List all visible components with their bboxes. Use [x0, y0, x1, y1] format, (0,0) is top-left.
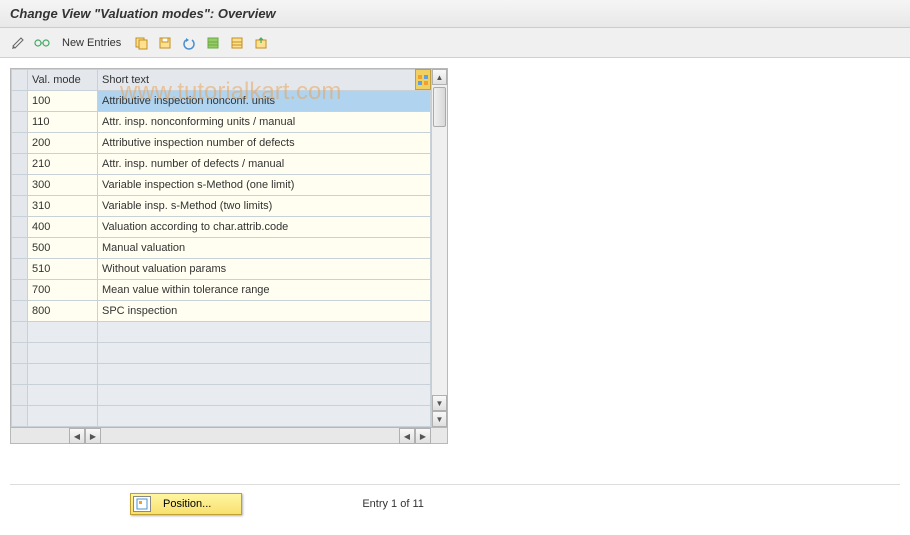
table-row[interactable]: 510Without valuation params: [12, 259, 431, 280]
row-selector[interactable]: [12, 259, 28, 280]
row-selector[interactable]: [12, 112, 28, 133]
scroll-down-icon[interactable]: ▼: [432, 395, 447, 411]
table-row[interactable]: 800SPC inspection: [12, 301, 431, 322]
cell-mode[interactable]: 100: [28, 91, 98, 112]
table-row[interactable]: 210Attr. insp. number of defects / manua…: [12, 154, 431, 175]
row-selector[interactable]: [12, 217, 28, 238]
scroll-down2-icon[interactable]: ▼: [432, 411, 447, 427]
vertical-scrollbar[interactable]: ▲ ▼ ▼: [431, 69, 447, 427]
footer: Position... Entry 1 of 11: [0, 493, 910, 515]
cell-mode[interactable]: 210: [28, 154, 98, 175]
hscroll-left-icon[interactable]: ◀: [69, 428, 85, 444]
column-header-mode[interactable]: Val. mode: [28, 70, 98, 91]
table-row-empty: [12, 406, 431, 427]
cell-text[interactable]: Mean value within tolerance range: [98, 280, 431, 301]
table-row[interactable]: 200Attributive inspection number of defe…: [12, 133, 431, 154]
cell-mode[interactable]: 400: [28, 217, 98, 238]
cell-mode[interactable]: 300: [28, 175, 98, 196]
table-row[interactable]: 100Attributive inspection nonconf. units: [12, 91, 431, 112]
table-settings-icon[interactable]: [415, 69, 431, 90]
row-selector[interactable]: [12, 196, 28, 217]
table-row-empty: [12, 385, 431, 406]
hscroll-right2-icon[interactable]: ▶: [415, 428, 431, 444]
row-selector[interactable]: [12, 280, 28, 301]
row-selector[interactable]: [12, 238, 28, 259]
scroll-up-icon[interactable]: ▲: [432, 69, 447, 85]
table-row-empty: [12, 322, 431, 343]
toolbar: New Entries: [0, 28, 910, 58]
cell-text[interactable]: Without valuation params: [98, 259, 431, 280]
cell-text[interactable]: Variable insp. s-Method (two limits): [98, 196, 431, 217]
select-all-icon[interactable]: [203, 33, 223, 53]
separator: [10, 484, 900, 485]
save-variant-icon[interactable]: [155, 33, 175, 53]
cell-text[interactable]: Manual valuation: [98, 238, 431, 259]
cell-text[interactable]: SPC inspection: [98, 301, 431, 322]
cell-text[interactable]: Valuation according to char.attrib.code: [98, 217, 431, 238]
cell-mode[interactable]: 310: [28, 196, 98, 217]
scroll-thumb[interactable]: [433, 87, 446, 127]
table-row[interactable]: 700Mean value within tolerance range: [12, 280, 431, 301]
row-selector-header[interactable]: [12, 70, 28, 91]
cell-mode[interactable]: 800: [28, 301, 98, 322]
position-label: Position...: [163, 498, 211, 510]
table-row[interactable]: 110Attr. insp. nonconforming units / man…: [12, 112, 431, 133]
position-button[interactable]: Position...: [130, 493, 242, 515]
horizontal-scrollbar[interactable]: ◀▶ ◀▶: [10, 428, 448, 444]
position-icon: [133, 496, 151, 512]
row-selector[interactable]: [12, 154, 28, 175]
table-row[interactable]: 400Valuation according to char.attrib.co…: [12, 217, 431, 238]
cell-text[interactable]: Attr. insp. nonconforming units / manual: [98, 112, 431, 133]
table-row-empty: [12, 364, 431, 385]
row-selector[interactable]: [12, 301, 28, 322]
cell-text[interactable]: Attributive inspection nonconf. units: [98, 91, 431, 112]
column-header-text[interactable]: Short text: [98, 70, 431, 91]
entry-counter: Entry 1 of 11: [362, 498, 424, 510]
cell-text[interactable]: Attr. insp. number of defects / manual: [98, 154, 431, 175]
export-icon[interactable]: [251, 33, 271, 53]
cell-text[interactable]: Variable inspection s-Method (one limit): [98, 175, 431, 196]
toggle-change-icon[interactable]: [8, 33, 28, 53]
deselect-all-icon[interactable]: [227, 33, 247, 53]
row-selector[interactable]: [12, 175, 28, 196]
row-selector[interactable]: [12, 133, 28, 154]
new-entries-button[interactable]: New Entries: [56, 35, 127, 51]
table-row[interactable]: 310Variable insp. s-Method (two limits): [12, 196, 431, 217]
table-row[interactable]: 300Variable inspection s-Method (one lim…: [12, 175, 431, 196]
row-selector[interactable]: [12, 91, 28, 112]
hscroll-left2-icon[interactable]: ◀: [399, 428, 415, 444]
cell-mode[interactable]: 200: [28, 133, 98, 154]
hscroll-right-icon[interactable]: ▶: [85, 428, 101, 444]
table-row[interactable]: 500Manual valuation: [12, 238, 431, 259]
data-grid: Val. mode Short text 100Attributive insp…: [10, 68, 448, 428]
cell-mode[interactable]: 500: [28, 238, 98, 259]
page-title: Change View "Valuation modes": Overview: [0, 0, 910, 28]
glasses-icon[interactable]: [32, 33, 52, 53]
cell-text[interactable]: Attributive inspection number of defects: [98, 133, 431, 154]
cell-mode[interactable]: 510: [28, 259, 98, 280]
cell-mode[interactable]: 700: [28, 280, 98, 301]
undo-icon[interactable]: [179, 33, 199, 53]
copy-icon[interactable]: [131, 33, 151, 53]
cell-mode[interactable]: 110: [28, 112, 98, 133]
table-row-empty: [12, 343, 431, 364]
